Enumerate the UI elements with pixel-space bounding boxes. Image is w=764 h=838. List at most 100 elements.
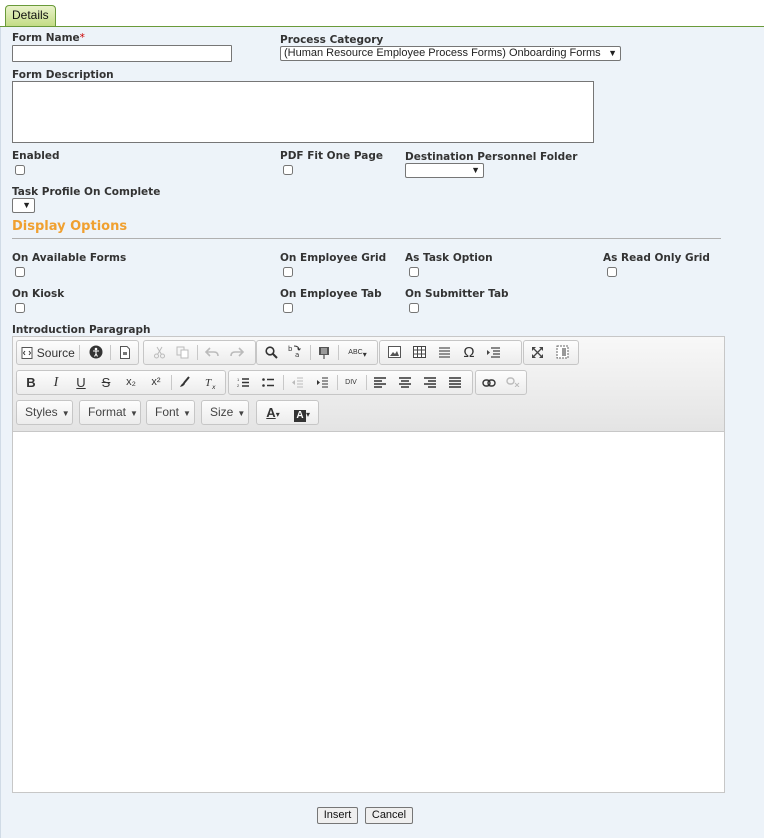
format-label: Format	[88, 405, 127, 419]
toolbar-separator	[79, 345, 80, 360]
maximize-icon	[531, 347, 543, 358]
toolbar-separator	[171, 375, 172, 390]
redo-button[interactable]	[226, 341, 248, 364]
table-button[interactable]	[408, 341, 430, 364]
tab-details[interactable]: Details	[5, 5, 56, 26]
italic-button[interactable]: I	[45, 371, 67, 394]
as-read-only-grid-checkbox[interactable]	[607, 267, 617, 277]
link-button[interactable]	[478, 371, 500, 394]
underline-icon: U	[76, 375, 86, 390]
toolbar-separator	[110, 345, 111, 360]
find-button[interactable]	[260, 341, 282, 364]
styles-combo[interactable]: Styles ▼	[16, 400, 73, 425]
on-employee-grid-label: On Employee Grid	[280, 252, 387, 264]
destination-folder-label: Destination Personnel Folder	[405, 151, 578, 163]
on-submitter-tab-checkbox[interactable]	[409, 303, 419, 313]
templates-button[interactable]	[114, 341, 136, 364]
undo-icon	[204, 347, 219, 357]
toolbar-group-paragraph: 12 DIV	[228, 370, 473, 395]
task-profile-select[interactable]: ▼	[12, 198, 35, 213]
enabled-label: Enabled	[12, 150, 60, 162]
outdent-button[interactable]	[286, 371, 308, 394]
justify-icon	[449, 377, 461, 388]
justify-button[interactable]	[444, 371, 466, 394]
insert-button[interactable]: Insert	[317, 807, 358, 824]
replace-icon: ba	[288, 345, 301, 359]
bold-button[interactable]: B	[20, 371, 42, 394]
toolbar-separator	[310, 345, 311, 360]
as-task-option-checkbox[interactable]	[409, 267, 419, 277]
chevron-down-icon: ▼	[61, 409, 70, 418]
bulleted-list-button[interactable]	[257, 371, 279, 394]
remove-format-icon: Tx	[205, 377, 216, 391]
image-icon	[387, 346, 401, 358]
process-category-select[interactable]: (Human Resource Employee Process Forms) …	[280, 46, 621, 61]
undo-button[interactable]	[201, 341, 223, 364]
accessibility-icon	[89, 345, 103, 359]
superscript-button[interactable]: x²	[145, 371, 167, 394]
align-right-icon	[424, 377, 436, 388]
text-color-button[interactable]: A▾	[259, 401, 287, 424]
on-available-forms-checkbox[interactable]	[15, 267, 25, 277]
destination-folder-select[interactable]: ▼	[405, 163, 484, 178]
on-employee-grid-checkbox[interactable]	[283, 267, 293, 277]
align-left-button[interactable]	[369, 371, 391, 394]
horizontal-line-button[interactable]	[433, 341, 455, 364]
font-label: Font	[155, 405, 180, 419]
spellcheck-button[interactable]: ABC▾	[341, 341, 374, 364]
copy-icon	[176, 346, 188, 359]
numbered-list-button[interactable]: 12	[232, 371, 254, 394]
cut-button[interactable]	[148, 341, 170, 364]
chevron-down-icon: ▼	[471, 165, 480, 175]
align-right-button[interactable]	[419, 371, 441, 394]
chevron-down-icon: ▾	[362, 350, 367, 359]
section-divider	[12, 238, 721, 239]
strikethrough-icon: S	[101, 375, 111, 390]
toolbar-separator	[366, 375, 367, 390]
special-char-button[interactable]: Ω	[458, 341, 480, 364]
size-combo[interactable]: Size ▼	[201, 400, 249, 425]
background-color-button[interactable]: A ▾	[288, 401, 316, 424]
format-combo[interactable]: Format ▼	[79, 400, 141, 425]
on-employee-tab-checkbox[interactable]	[283, 303, 293, 313]
text-color-icon: A	[266, 405, 276, 420]
chevron-down-icon: ▼	[608, 48, 617, 58]
indent-button[interactable]	[311, 371, 333, 394]
show-blocks-button[interactable]	[551, 341, 573, 364]
form-name-label: Form Name*	[12, 32, 85, 44]
form-name-input[interactable]	[12, 45, 232, 62]
enabled-checkbox[interactable]	[15, 165, 25, 175]
svg-text:T: T	[205, 377, 212, 389]
maximize-button[interactable]	[526, 341, 548, 364]
on-kiosk-checkbox[interactable]	[15, 303, 25, 313]
toolbar-group-editing: ba ABC▾	[256, 340, 378, 365]
italic-icon: I	[53, 375, 59, 390]
editor-toolbar: Source b a ABC▾ Ω B I U S x₂ x² T x 1 2 …	[13, 337, 724, 432]
pdf-fit-checkbox[interactable]	[283, 165, 293, 175]
required-mark: *	[79, 32, 85, 44]
image-button[interactable]	[383, 341, 405, 364]
font-combo[interactable]: Font ▼	[146, 400, 195, 425]
subscript-button[interactable]: x₂	[120, 371, 142, 394]
styles-combo-label: Styles ▼	[17, 401, 70, 424]
remove-format-button[interactable]: Tx	[199, 371, 221, 394]
unlink-button[interactable]	[502, 371, 524, 394]
select-all-button[interactable]	[313, 341, 335, 364]
cancel-button[interactable]: Cancel	[365, 807, 413, 824]
replace-button[interactable]: ba	[284, 341, 306, 364]
copy-formatting-button[interactable]	[174, 371, 196, 394]
align-center-button[interactable]	[394, 371, 416, 394]
page-break-button[interactable]	[483, 341, 505, 364]
underline-button[interactable]: U	[70, 371, 92, 394]
create-div-button[interactable]: DIV	[340, 371, 362, 394]
form-description-textarea[interactable]	[12, 81, 594, 143]
strikethrough-button[interactable]: S	[95, 371, 117, 394]
link-icon	[482, 379, 496, 387]
chevron-down-icon: ▼	[130, 409, 138, 418]
chevron-down-icon: ▼	[183, 409, 191, 418]
source-button[interactable]: Source	[20, 341, 76, 364]
editor-content-area[interactable]	[13, 432, 724, 792]
accessibility-button[interactable]	[85, 341, 107, 364]
outdent-icon	[291, 377, 303, 388]
copy-button[interactable]	[171, 341, 193, 364]
